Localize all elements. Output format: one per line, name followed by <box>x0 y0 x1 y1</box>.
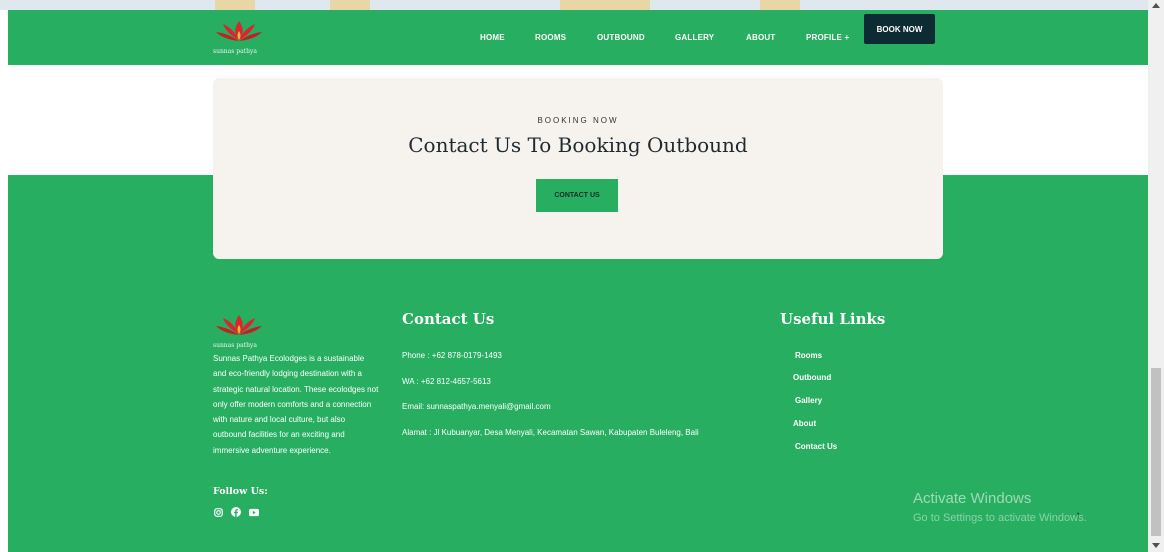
lotus-logo-icon <box>216 315 262 335</box>
cta-eyebrow: BOOKING NOW <box>537 116 619 125</box>
scrollbar-thumb[interactable] <box>1151 368 1161 536</box>
footer-link-about[interactable]: About <box>793 419 816 428</box>
decor-band <box>760 0 800 10</box>
nav-item-rooms[interactable]: ROOMS <box>535 10 566 65</box>
nav-home-link[interactable]: HOME <box>480 33 505 42</box>
nav-item-about[interactable]: ABOUT <box>746 10 775 65</box>
logo-wordmark: sunnas pathya <box>213 342 257 349</box>
decor-band <box>330 0 370 10</box>
follow-us-label: Follow Us: <box>213 486 268 497</box>
footer-link-gallery[interactable]: Gallery <box>795 396 822 405</box>
social-links <box>213 507 259 517</box>
nav-rooms-link[interactable]: ROOMS <box>535 33 566 42</box>
scroll-down-arrow-icon[interactable] <box>1152 543 1160 548</box>
footer-link-outbound[interactable]: Outbound <box>793 373 831 382</box>
footer-logo[interactable]: sunnas pathya <box>213 313 265 349</box>
contact-phone: Phone : +62 878-0179-1493 <box>402 351 502 360</box>
book-now-button[interactable]: BOOK NOW <box>864 14 935 44</box>
nav-item-profile[interactable]: PROFILE + <box>806 10 849 65</box>
nav-item-gallery[interactable]: GALLERY <box>675 10 714 65</box>
facebook-icon[interactable] <box>231 507 241 517</box>
contact-address: Alamat : Jl Kubuanyar, Desa Menyali, Kec… <box>402 428 699 437</box>
activate-windows-title: Activate Windows <box>913 490 1032 507</box>
activate-windows-subtitle: Go to Settings to activate Windows. <box>913 512 1087 524</box>
nav-item-home[interactable]: HOME <box>480 10 505 65</box>
logo-wordmark: sunnas pathya <box>213 48 257 55</box>
scroll-up-arrow-icon[interactable] <box>1152 3 1160 8</box>
nav-about-link[interactable]: ABOUT <box>746 33 775 42</box>
nav-item-outbound[interactable]: OUTBOUND <box>597 10 645 65</box>
nav-outbound-link[interactable]: OUTBOUND <box>597 33 645 42</box>
cta-title: Contact Us To Booking Outbound <box>408 133 748 157</box>
browser-top-strip <box>0 0 1148 10</box>
contact-us-button[interactable]: CONTACT US <box>536 179 618 212</box>
page-scrollbar[interactable] <box>1148 0 1164 552</box>
decor-band <box>215 0 255 10</box>
footer-about-text: Sunnas Pathya Ecolodges is a sustainable… <box>213 354 379 455</box>
contact-heading: Contact Us <box>402 310 495 328</box>
site-header <box>8 10 1148 65</box>
contact-email: Email: sunnaspathya.menyali@gmail.com <box>402 402 551 411</box>
lotus-logo-icon <box>216 21 262 41</box>
footer-link-contact-us[interactable]: Contact Us <box>795 442 837 451</box>
header-logo[interactable]: sunnas pathya <box>213 19 265 55</box>
youtube-icon[interactable] <box>249 507 259 517</box>
nav-gallery-link[interactable]: GALLERY <box>675 33 714 42</box>
instagram-icon[interactable] <box>213 507 223 517</box>
booking-cta-card: BOOKING NOW Contact Us To Booking Outbou… <box>213 78 943 259</box>
footer-link-rooms[interactable]: Rooms <box>795 351 822 360</box>
decor-band <box>560 0 650 10</box>
useful-links-heading: Useful Links <box>780 310 886 328</box>
nav-profile-link[interactable]: PROFILE + <box>806 33 849 42</box>
back-to-top-icon[interactable]: ↑ <box>1072 509 1084 521</box>
contact-whatsapp: WA : +62 812-4657-5613 <box>402 377 491 386</box>
